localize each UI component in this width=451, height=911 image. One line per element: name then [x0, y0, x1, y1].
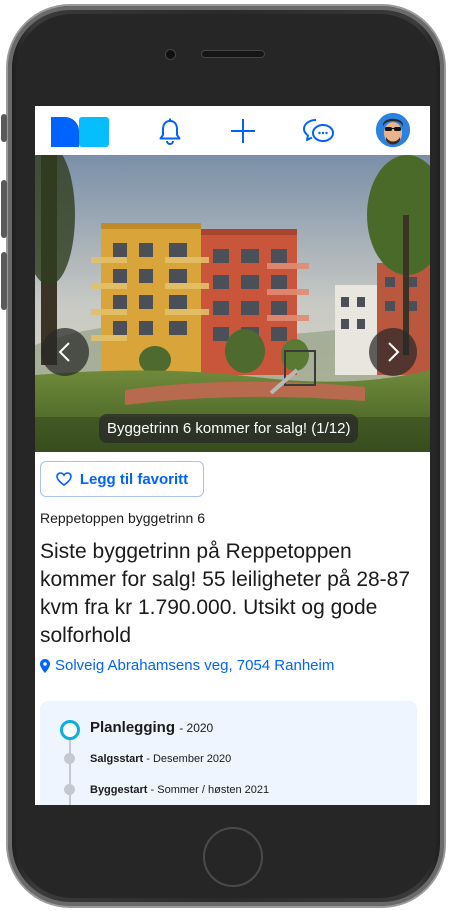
gallery-caption: Byggetrinn 6 kommer for salg! (1/12): [99, 414, 359, 443]
app-screen: Byggetrinn 6 kommer for salg! (1/12) Leg…: [35, 106, 430, 805]
add-favorite-label: Legg til favoritt: [79, 470, 189, 488]
timeline-step-value: - Desember 2020: [146, 753, 232, 765]
map-pin-icon: [40, 658, 50, 673]
bell-icon[interactable]: [155, 116, 185, 146]
timeline-step-label: Byggestart: [90, 784, 148, 796]
image-gallery[interactable]: [35, 155, 430, 452]
volume-down-button: [1, 252, 7, 310]
heart-icon: [56, 472, 72, 486]
user-avatar[interactable]: [376, 113, 410, 147]
mute-switch: [1, 114, 7, 142]
timeline-step-marker: [64, 753, 75, 764]
plus-icon[interactable]: [228, 116, 258, 146]
listing-headline: Siste byggetrinn på Reppetoppen kommer f…: [40, 540, 411, 647]
address-link[interactable]: Solveig Abrahamsens veg, 7054 Ranheim: [40, 657, 334, 674]
gallery-prev-button[interactable]: [41, 328, 89, 376]
earpiece-speaker: [202, 51, 264, 57]
home-button[interactable]: [203, 827, 263, 887]
timeline-current-marker: [60, 720, 80, 740]
address-text: Solveig Abrahamsens veg, 7054 Ranheim: [55, 657, 335, 674]
chevron-right-icon: [388, 342, 400, 362]
gallery-next-button[interactable]: [369, 328, 417, 376]
timeline-step-value: - Sommer / høsten 2021: [150, 784, 270, 796]
timeline-current: Planlegging - 2020: [90, 719, 213, 736]
timeline-step-marker: [64, 784, 75, 795]
add-favorite-button[interactable]: Legg til favoritt: [40, 461, 204, 497]
timeline-step-label: Salgsstart: [90, 753, 144, 765]
timeline-step: Byggestart - Sommer / høsten 2021: [90, 784, 269, 796]
top-navigation-bar: [35, 106, 430, 155]
front-camera: [166, 50, 175, 59]
volume-up-button: [1, 180, 7, 238]
finn-logo-icon[interactable]: [51, 117, 109, 147]
chat-icon[interactable]: [302, 116, 336, 146]
project-name: Reppetoppen byggetrinn 6: [40, 510, 206, 526]
timeline-step: Salgsstart - Desember 2020: [90, 753, 231, 765]
building-photo: [35, 155, 430, 452]
timeline-current-label: Planlegging: [90, 719, 176, 736]
timeline-current-value: - 2020: [179, 721, 214, 735]
project-timeline: Planlegging - 2020 Salgsstart - Desember…: [40, 701, 417, 805]
chevron-left-icon: [58, 342, 70, 362]
